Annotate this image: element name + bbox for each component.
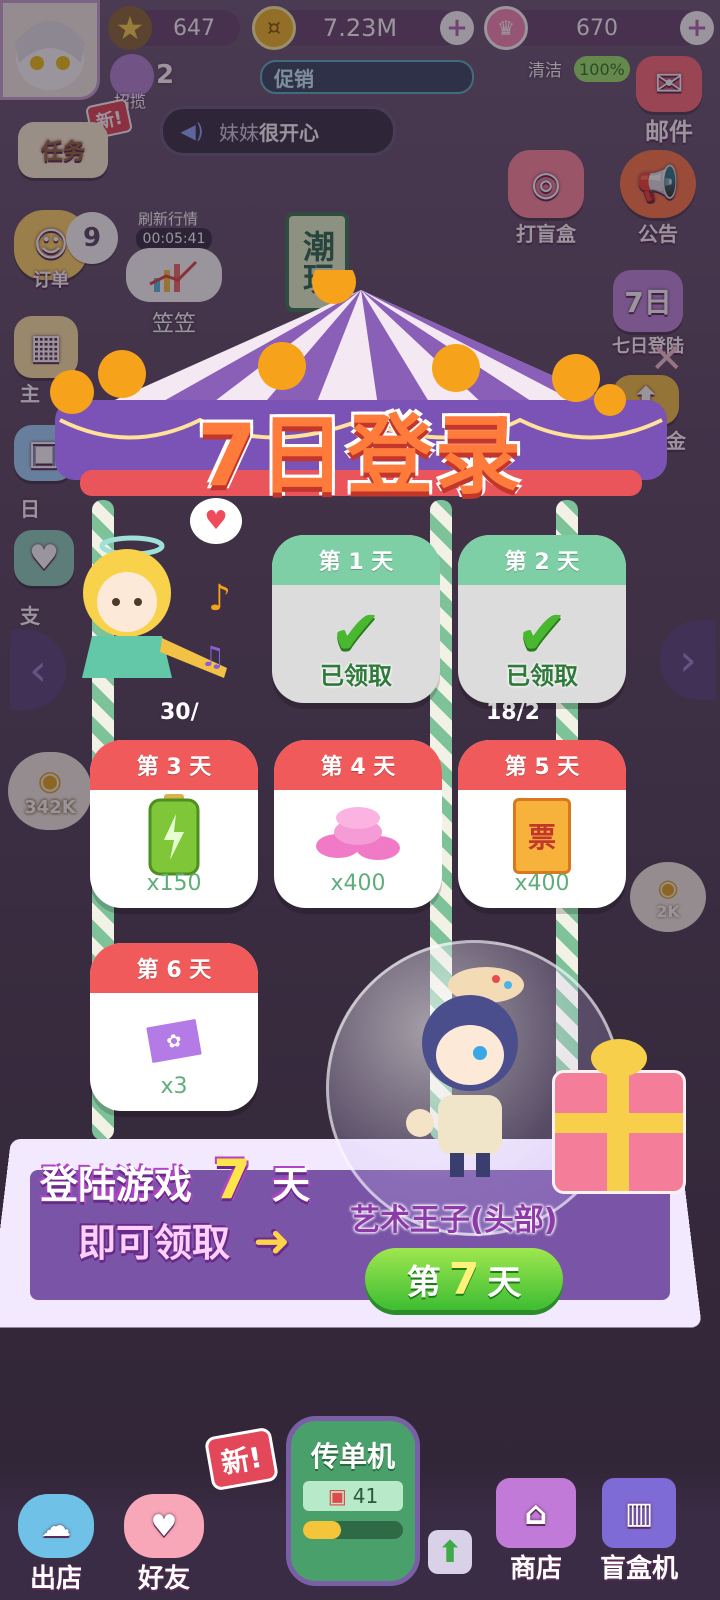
- nav-shop[interactable]: ⌂ 商店: [496, 1478, 576, 1585]
- friends-icon: ♥: [124, 1494, 204, 1558]
- battery-icon: [148, 794, 200, 876]
- day-card-header: 第 2 天: [458, 535, 626, 585]
- reward-amount: x400: [514, 871, 570, 896]
- nav-friends[interactable]: ♥ 好友: [124, 1494, 204, 1595]
- shop-stall-icon: ⌂: [496, 1478, 576, 1548]
- arrow-right-icon: ➜: [253, 1216, 291, 1267]
- bg-counter: 18/2: [486, 700, 540, 725]
- reward-amount: x150: [146, 871, 202, 896]
- flyer-progress-bar: [303, 1521, 403, 1539]
- day-card-3[interactable]: 第 3 天 x150: [90, 740, 258, 908]
- nav-blindbox-machine[interactable]: ▥ 盲盒机: [600, 1478, 678, 1585]
- day-card-1[interactable]: 第 1 天 ✔ 已领取: [272, 535, 440, 703]
- bg-counter: 30/: [160, 700, 199, 725]
- claimed-label: 已领取: [320, 662, 392, 690]
- reward-amount: x400: [330, 871, 386, 896]
- promo-line-2: 即可领取 ➜: [78, 1216, 291, 1267]
- promo-line-1: 登陆游戏 7 天: [40, 1148, 311, 1211]
- day-7-button[interactable]: 第 7 天: [365, 1248, 563, 1310]
- art-prince-character: [406, 967, 524, 1177]
- day-card-header: 第 5 天: [458, 740, 626, 790]
- checkmark-icon: ✔: [330, 596, 382, 669]
- music-note-icon: ♪: [208, 578, 231, 619]
- vending-machine-icon: ▥: [602, 1478, 676, 1548]
- photo-card-icon: ✿: [142, 1015, 206, 1067]
- balloon-icon: ☁: [18, 1494, 94, 1558]
- day-card-5[interactable]: 第 5 天 票 x400: [458, 740, 626, 908]
- reward-amount: x3: [160, 1074, 188, 1099]
- day-card-header: 第 1 天: [272, 535, 440, 585]
- checkmark-icon: ✔: [516, 596, 568, 669]
- day-card-header: 第 4 天: [274, 740, 442, 790]
- flyer-counter: ▣ 41: [303, 1481, 403, 1511]
- flyer-icon: ▣: [327, 1484, 347, 1508]
- claimed-label: 已领取: [506, 662, 578, 690]
- music-note-icon: ♫: [200, 640, 226, 673]
- gift-box-icon: [552, 1039, 686, 1194]
- day-card-4[interactable]: 第 4 天 x400: [274, 740, 442, 908]
- day-card-6[interactable]: 第 6 天 ✿ x3: [90, 943, 258, 1111]
- flyer-machine-button[interactable]: 传单机 ▣ 41: [286, 1416, 420, 1586]
- pink-coins-icon: [316, 807, 400, 860]
- upgrade-arrow-button[interactable]: ⬆: [428, 1530, 472, 1574]
- day-card-header: 第 6 天: [90, 943, 258, 993]
- popup-title: 7日登录: [197, 406, 523, 506]
- new-badge: 新!: [203, 1426, 279, 1492]
- flyer-title: 传单机: [310, 1440, 395, 1473]
- nav-out-shop[interactable]: ☁ 出店: [18, 1494, 94, 1595]
- heart-bubble-icon: ♥: [190, 498, 242, 544]
- prize-name: 艺术王子(头部): [350, 1203, 558, 1238]
- ticket-icon: 票: [513, 798, 571, 874]
- day-card-2[interactable]: 第 2 天 ✔ 已领取: [458, 535, 626, 703]
- day-card-header: 第 3 天: [90, 740, 258, 790]
